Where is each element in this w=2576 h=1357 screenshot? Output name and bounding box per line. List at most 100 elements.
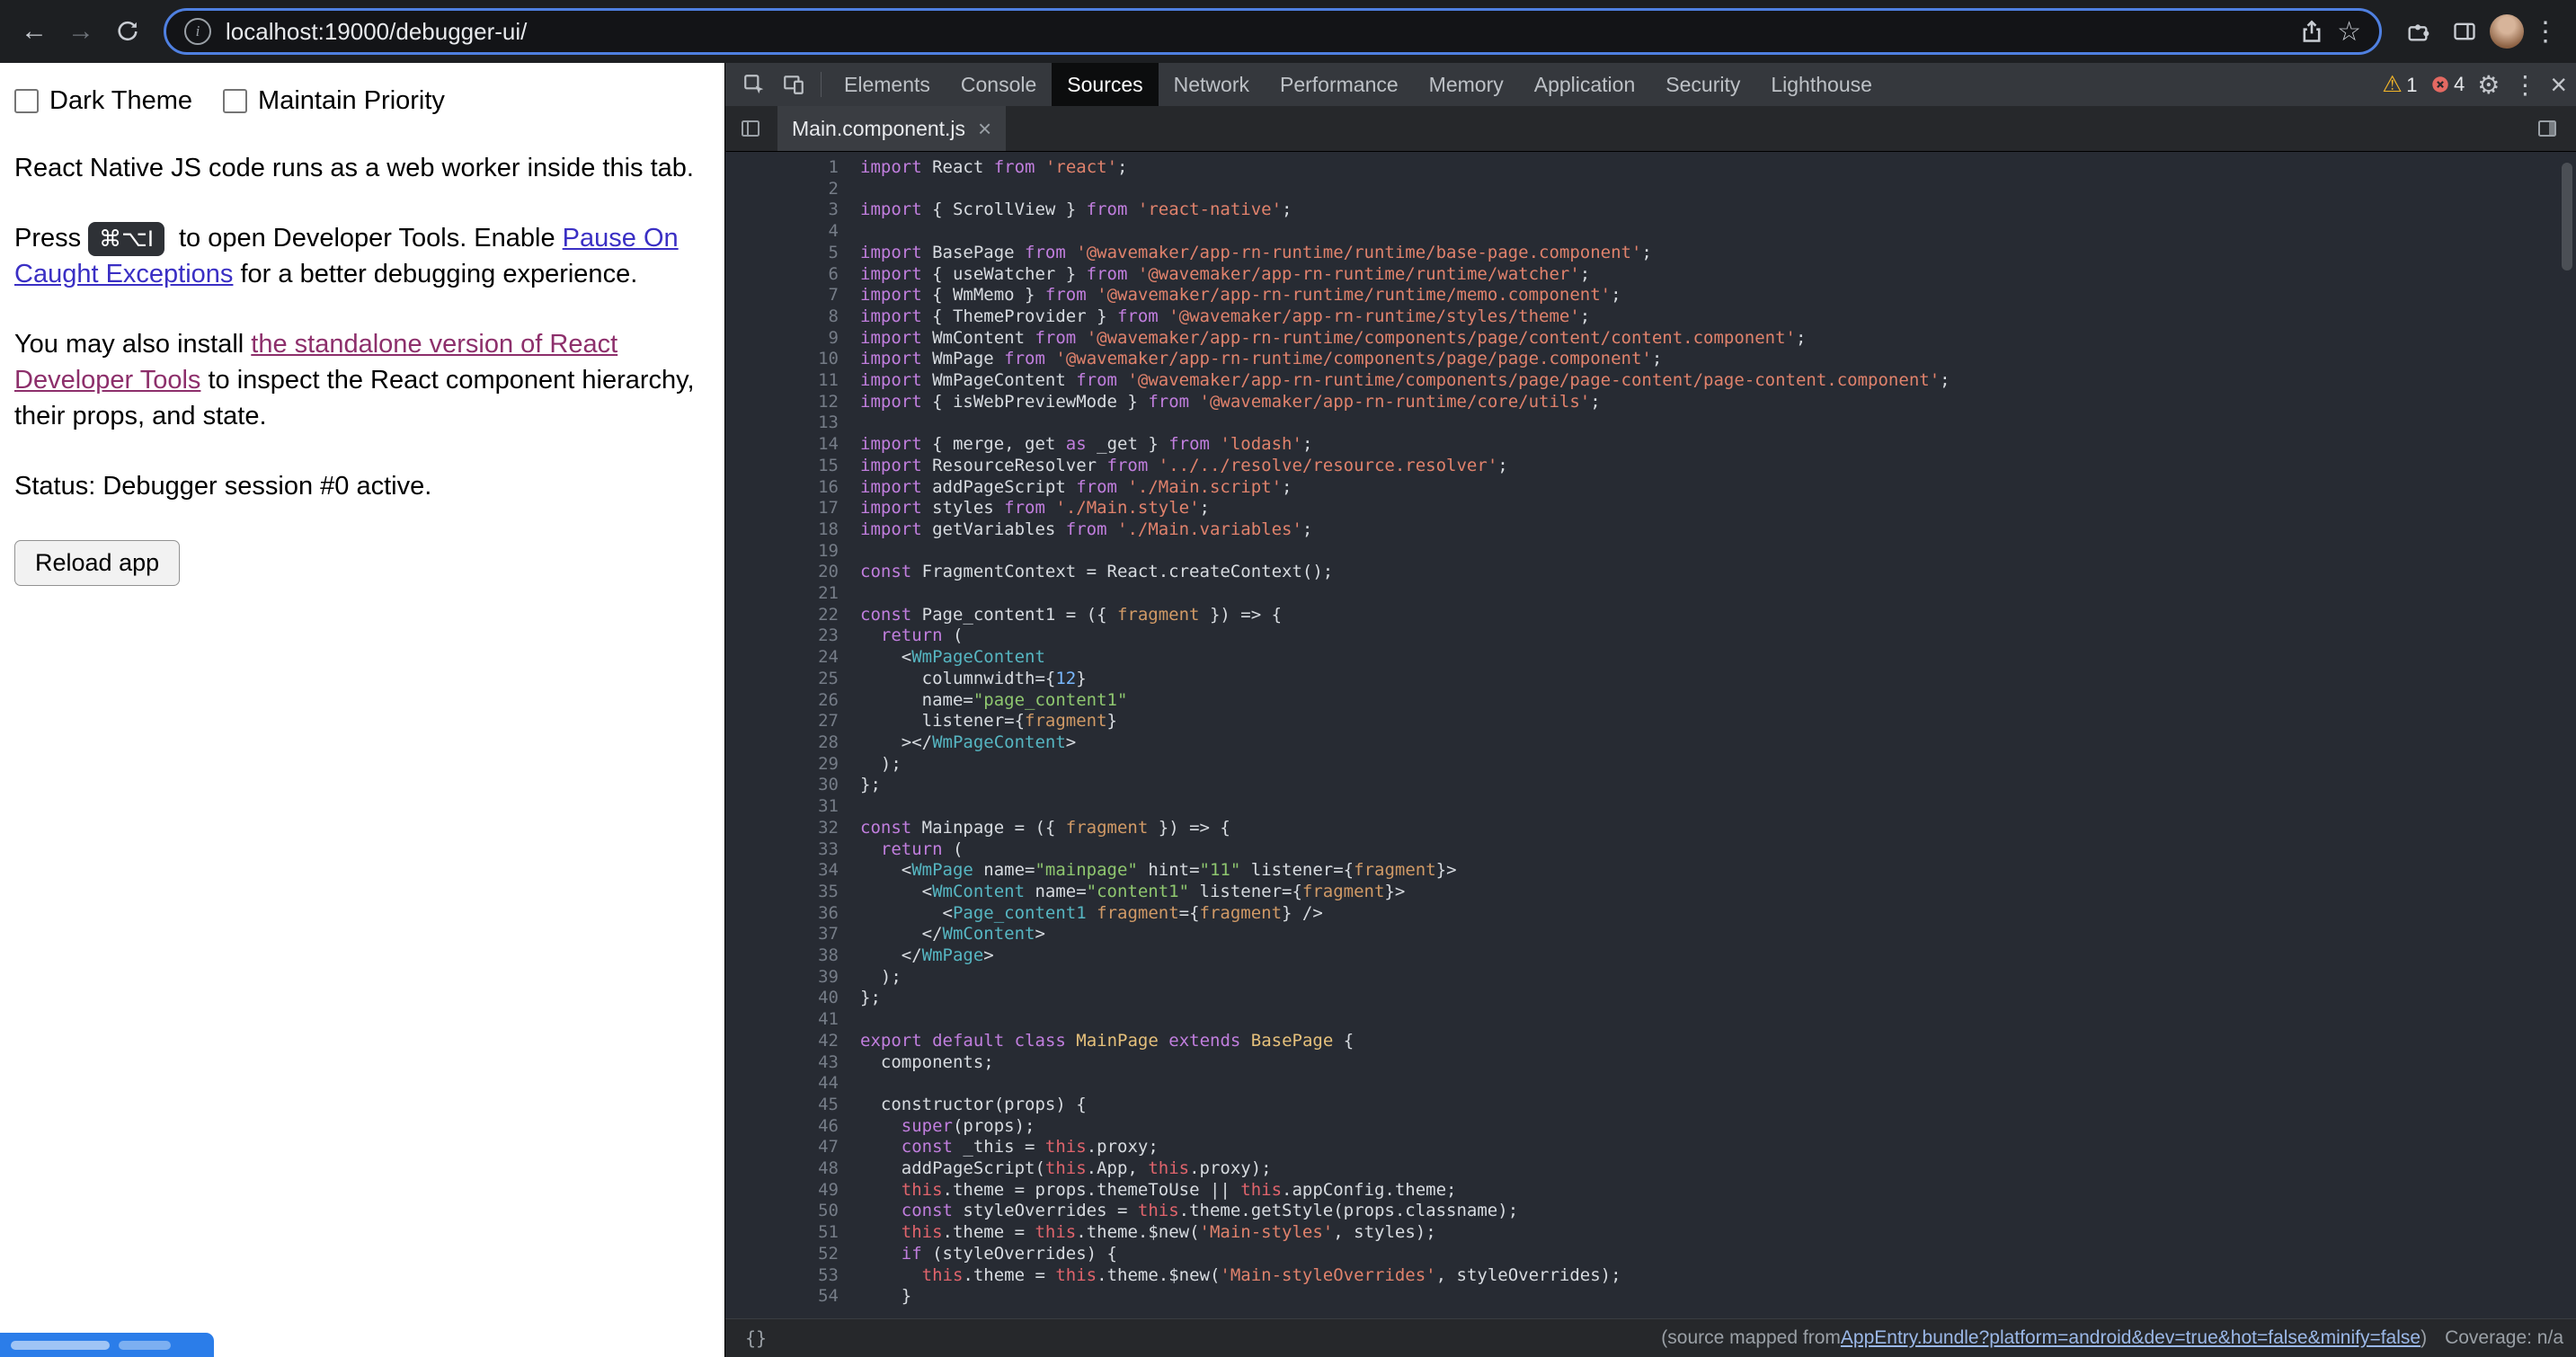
editor-scrollbar-thumb[interactable]	[2562, 163, 2572, 271]
code-line[interactable]: 33 return (	[725, 839, 2576, 861]
code-line[interactable]: 6import { useWatcher } from '@wavemaker/…	[725, 264, 2576, 286]
code-line[interactable]: 15import ResourceResolver from '../../re…	[725, 456, 2576, 477]
line-number[interactable]: 20	[725, 562, 860, 583]
code-line[interactable]: 28 ></WmPageContent>	[725, 732, 2576, 754]
url-text[interactable]: localhost:19000/debugger-ui/	[226, 18, 2285, 46]
code-line[interactable]: 50 const styleOverrides = this.theme.get…	[725, 1201, 2576, 1222]
code-line[interactable]: 1import React from 'react';	[725, 157, 2576, 179]
line-number[interactable]: 25	[725, 669, 860, 690]
code-line[interactable]: 27 listener={fragment}	[725, 711, 2576, 732]
back-icon[interactable]: ←	[13, 10, 56, 53]
code-line[interactable]: 9import WmContent from '@wavemaker/app-r…	[725, 328, 2576, 350]
line-number[interactable]: 13	[725, 412, 860, 434]
code-line[interactable]: 32const Mainpage = ({ fragment }) => {	[725, 818, 2576, 839]
code-line[interactable]: 38 </WmPage>	[725, 945, 2576, 967]
tab-memory[interactable]: Memory	[1414, 63, 1519, 106]
tab-elements[interactable]: Elements	[829, 63, 946, 106]
forward-icon[interactable]: →	[59, 10, 102, 53]
code-line[interactable]: 41	[725, 1009, 2576, 1031]
code-line[interactable]: 14import { merge, get as _get } from 'lo…	[725, 434, 2576, 456]
line-number[interactable]: 32	[725, 818, 860, 839]
line-number[interactable]: 26	[725, 690, 860, 712]
code-line[interactable]: 19	[725, 541, 2576, 563]
code-line[interactable]: 48 addPageScript(this.App, this.proxy);	[725, 1158, 2576, 1180]
code-line[interactable]: 26 name="page_content1"	[725, 690, 2576, 712]
code-line[interactable]: 42export default class MainPage extends …	[725, 1031, 2576, 1052]
pretty-print-button[interactable]: {}	[738, 1325, 774, 1352]
line-number[interactable]: 4	[725, 221, 860, 243]
line-number[interactable]: 53	[725, 1265, 860, 1287]
line-number[interactable]: 8	[725, 306, 860, 328]
line-number[interactable]: 24	[725, 647, 860, 669]
line-number[interactable]: 50	[725, 1201, 860, 1222]
line-number[interactable]: 49	[725, 1180, 860, 1202]
dark-theme-checkbox[interactable]	[14, 89, 39, 113]
code-editor[interactable]: 1import React from 'react';2 3import { S…	[725, 152, 2576, 1318]
line-number[interactable]: 12	[725, 392, 860, 413]
reload-app-button[interactable]: Reload app	[14, 540, 180, 586]
line-number[interactable]: 10	[725, 349, 860, 370]
inspect-element-icon[interactable]	[734, 65, 774, 104]
share-icon[interactable]	[2299, 19, 2324, 44]
line-number[interactable]: 52	[725, 1244, 860, 1265]
code-line[interactable]: 51 this.theme = this.theme.$new('Main-st…	[725, 1222, 2576, 1244]
line-number[interactable]: 5	[725, 243, 860, 264]
line-number[interactable]: 36	[725, 903, 860, 925]
extensions-puzzle-icon[interactable]	[2396, 10, 2439, 53]
line-number[interactable]: 15	[725, 456, 860, 477]
line-number[interactable]: 1	[725, 157, 860, 179]
code-line[interactable]: 12import { isWebPreviewMode } from '@wav…	[725, 392, 2576, 413]
code-line[interactable]: 2	[725, 179, 2576, 200]
code-line[interactable]: 37 </WmContent>	[725, 924, 2576, 945]
line-number[interactable]: 47	[725, 1137, 860, 1158]
line-number[interactable]: 54	[725, 1286, 860, 1308]
devtools-menu-icon[interactable]: ⋮	[2512, 70, 2537, 100]
maintain-priority-checkbox[interactable]	[223, 89, 247, 113]
code-line[interactable]: 10import WmPage from '@wavemaker/app-rn-…	[725, 349, 2576, 370]
settings-gear-icon[interactable]: ⚙	[2477, 70, 2500, 100]
code-line[interactable]: 54 }	[725, 1286, 2576, 1308]
code-line[interactable]: 31	[725, 796, 2576, 818]
line-number[interactable]: 19	[725, 541, 860, 563]
code-line[interactable]: 43 components;	[725, 1052, 2576, 1074]
address-bar[interactable]: i localhost:19000/debugger-ui/ ☆	[164, 8, 2382, 55]
toggle-debugger-sidebar-icon[interactable]	[2527, 109, 2567, 148]
code-line[interactable]: 4	[725, 221, 2576, 243]
device-toolbar-icon[interactable]	[774, 65, 813, 104]
line-number[interactable]: 7	[725, 285, 860, 306]
line-number[interactable]: 31	[725, 796, 860, 818]
code-line[interactable]: 46 super(props);	[725, 1116, 2576, 1138]
code-line[interactable]: 24 <WmPageContent	[725, 647, 2576, 669]
code-line[interactable]: 29 );	[725, 754, 2576, 776]
warnings-badge[interactable]: ⚠ 1	[2382, 71, 2417, 98]
tab-application[interactable]: Application	[1519, 63, 1651, 106]
tab-performance[interactable]: Performance	[1265, 63, 1414, 106]
source-map-link[interactable]: AppEntry.bundle?platform=android&dev=tru…	[1841, 1327, 2421, 1349]
code-line[interactable]: 17import styles from './Main.style';	[725, 498, 2576, 519]
code-line[interactable]: 35 <WmContent name="content1" listener={…	[725, 882, 2576, 903]
line-number[interactable]: 45	[725, 1095, 860, 1116]
line-number[interactable]: 2	[725, 179, 860, 200]
line-number[interactable]: 34	[725, 860, 860, 882]
line-number[interactable]: 51	[725, 1222, 860, 1244]
code-line[interactable]: 13	[725, 412, 2576, 434]
side-panel-icon[interactable]	[2443, 10, 2486, 53]
code-line[interactable]: 39 );	[725, 967, 2576, 989]
line-number[interactable]: 16	[725, 477, 860, 499]
line-number[interactable]: 42	[725, 1031, 860, 1052]
line-number[interactable]: 33	[725, 839, 860, 861]
line-number[interactable]: 23	[725, 625, 860, 647]
code-line[interactable]: 18import getVariables from './Main.varia…	[725, 519, 2576, 541]
code-line[interactable]: 47 const _this = this.proxy;	[725, 1137, 2576, 1158]
line-number[interactable]: 39	[725, 967, 860, 989]
line-number[interactable]: 37	[725, 924, 860, 945]
file-tab-close-icon[interactable]: ×	[978, 117, 991, 140]
line-number[interactable]: 38	[725, 945, 860, 967]
code-line[interactable]: 52 if (styleOverrides) {	[725, 1244, 2576, 1265]
line-number[interactable]: 11	[725, 370, 860, 392]
line-number[interactable]: 29	[725, 754, 860, 776]
show-navigator-icon[interactable]	[731, 109, 770, 148]
line-number[interactable]: 30	[725, 775, 860, 796]
reload-icon[interactable]	[106, 10, 149, 53]
page-info-icon[interactable]: i	[184, 18, 211, 45]
